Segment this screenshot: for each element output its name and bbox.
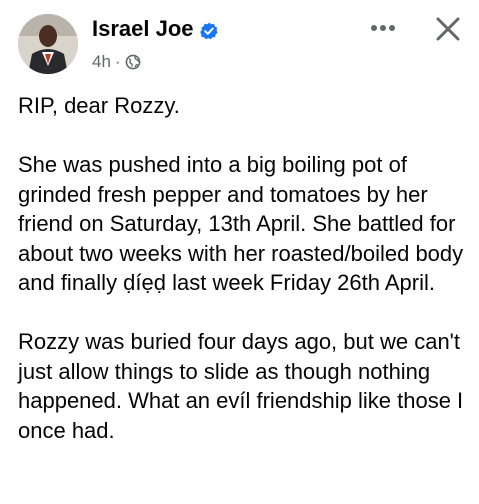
- avatar-image: [18, 14, 78, 74]
- avatar[interactable]: [18, 14, 78, 74]
- post-header: Israel Joe 4h ·: [18, 14, 463, 78]
- facebook-post: Israel Joe 4h · RIP, dear Rozzy. She was…: [0, 0, 479, 504]
- post-body: RIP, dear Rozzy. She was pushed into a b…: [18, 91, 468, 445]
- author-name[interactable]: Israel Joe: [92, 16, 194, 42]
- close-icon: [436, 17, 460, 41]
- post-paragraph: Rozzy was buried four days ago, but we c…: [18, 329, 464, 443]
- post-paragraph: She was pushed into a big boiling pot of…: [18, 152, 464, 295]
- post-meta: 4h ·: [92, 52, 141, 72]
- globe-icon: [125, 54, 141, 70]
- close-button[interactable]: [431, 12, 465, 46]
- more-options-button[interactable]: [363, 14, 403, 42]
- post-paragraph: RIP, dear Rozzy.: [18, 93, 180, 118]
- author-name-row: Israel Joe: [92, 16, 218, 42]
- post-time[interactable]: 4h: [92, 52, 111, 72]
- more-options-icon: [371, 25, 395, 31]
- verified-badge-icon: [199, 20, 218, 40]
- meta-separator: ·: [114, 52, 121, 71]
